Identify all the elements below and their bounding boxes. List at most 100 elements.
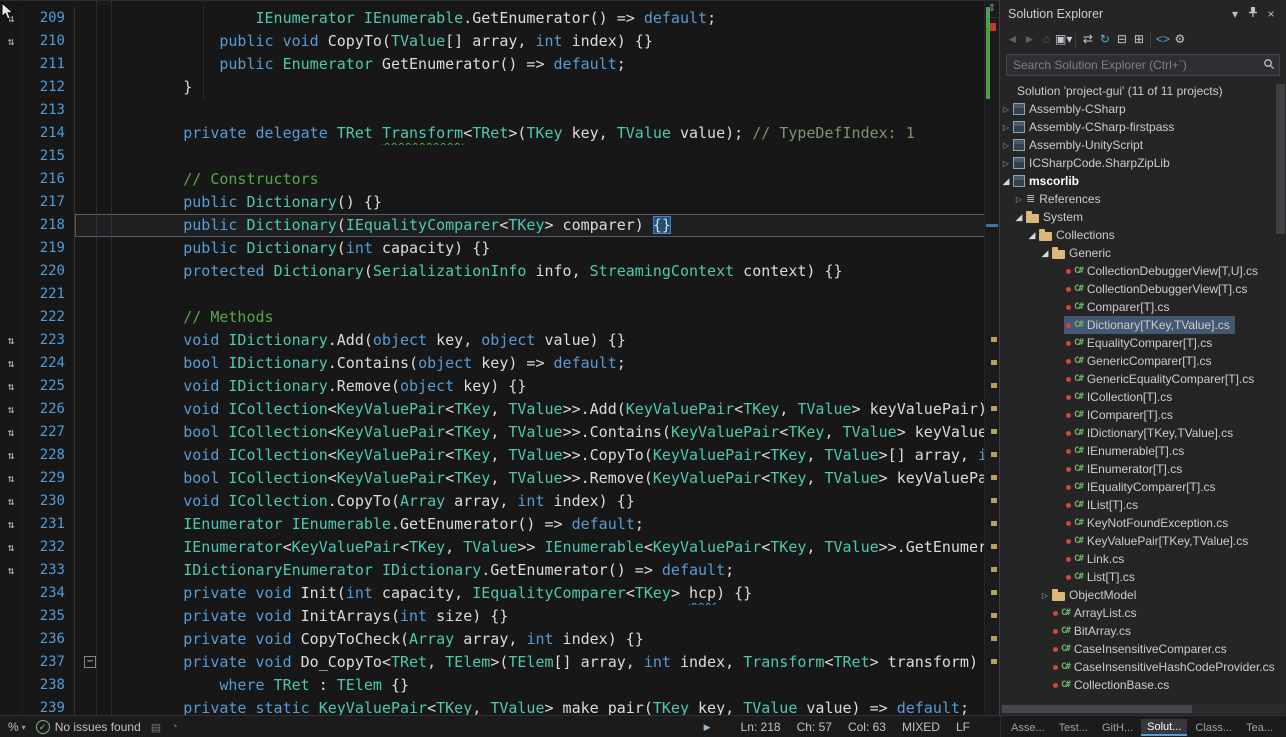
search-icon[interactable] bbox=[1259, 58, 1279, 73]
expand-arrow-icon[interactable]: ▷ bbox=[1013, 195, 1025, 204]
code-line[interactable]: ⇅232 IEnumerator<KeyValuePair<TKey, TVal… bbox=[0, 536, 985, 559]
code-line[interactable]: 220 protected Dictionary(SerializationIn… bbox=[0, 260, 985, 283]
tree-item[interactable]: C#Link.cs bbox=[1000, 550, 1286, 568]
tree-item[interactable]: ◢Collections bbox=[1000, 226, 1286, 244]
panel-tab-class[interactable]: Class... bbox=[1189, 720, 1238, 735]
expand-arrow-icon[interactable]: ▷ bbox=[1000, 141, 1012, 150]
tree-item[interactable]: C#List[T].cs bbox=[1000, 568, 1286, 586]
tree-item[interactable]: C#ArrayList.cs bbox=[1000, 604, 1286, 622]
switch-views-icon[interactable]: ▣▾ bbox=[1055, 30, 1072, 49]
code-line[interactable]: 211 public Enumerator GetEnumerator() =>… bbox=[0, 53, 985, 76]
forward-icon[interactable]: ► bbox=[1021, 30, 1038, 49]
collapse-arrow-icon[interactable]: ◢ bbox=[1039, 248, 1051, 259]
issues-indicator[interactable]: ✓ No issues found bbox=[36, 720, 141, 734]
panel-tab-asse[interactable]: Asse... bbox=[1005, 720, 1051, 735]
tree-item[interactable]: ▷ObjectModel bbox=[1000, 586, 1286, 604]
collapse-arrow-icon[interactable]: ◢ bbox=[1013, 212, 1025, 223]
implements-icon[interactable]: ⇅ bbox=[0, 30, 23, 53]
se-horizontal-scrollbar-thumb[interactable] bbox=[1002, 705, 1192, 713]
implements-icon[interactable]: ⇅ bbox=[0, 467, 23, 490]
expand-arrow-icon[interactable]: ▷ bbox=[1000, 105, 1012, 114]
implements-icon[interactable]: ⇅ bbox=[0, 421, 23, 444]
tree-item[interactable]: C#KeyValuePair[TKey,TValue].cs bbox=[1000, 532, 1286, 550]
tree-item[interactable]: ▷Assembly-CSharp bbox=[1000, 100, 1286, 118]
code-line[interactable]: 219 public Dictionary(int capacity) {} bbox=[0, 237, 985, 260]
show-all-files-icon[interactable]: ⊞ bbox=[1130, 30, 1147, 49]
implements-icon[interactable]: ⇅ bbox=[0, 352, 23, 375]
tree-item[interactable]: C#Comparer[T].cs bbox=[1000, 298, 1286, 316]
code-line[interactable]: 212 } bbox=[0, 76, 985, 99]
tree-item[interactable]: Solution 'project-gui' (11 of 11 project… bbox=[1000, 82, 1286, 100]
tree-item[interactable]: C#CaseInsensitiveComparer.cs bbox=[1000, 640, 1286, 658]
close-icon[interactable]: × bbox=[1262, 7, 1280, 21]
tree-item[interactable]: C#GenericEqualityComparer[T].cs bbox=[1000, 370, 1286, 388]
tree-item[interactable]: C#CollectionBase.cs bbox=[1000, 676, 1286, 694]
implements-icon[interactable]: ⇅ bbox=[0, 329, 23, 352]
collapse-arrow-icon[interactable]: ◢ bbox=[1026, 230, 1038, 241]
code-line[interactable]: ⇅229 bool ICollection<KeyValuePair<TKey,… bbox=[0, 467, 985, 490]
tree-item[interactable]: C#EqualityComparer[T].cs bbox=[1000, 334, 1286, 352]
code-line[interactable]: ⇅226 void ICollection<KeyValuePair<TKey,… bbox=[0, 398, 985, 421]
implements-icon[interactable]: ⇅ bbox=[0, 490, 23, 513]
tree-item[interactable]: ◢Generic bbox=[1000, 244, 1286, 262]
implements-icon[interactable]: ⇅ bbox=[0, 398, 23, 421]
code-line[interactable]: 222 // Methods bbox=[0, 306, 985, 329]
implements-icon[interactable]: ⇅ bbox=[0, 559, 23, 582]
tree-item[interactable]: C#IEqualityComparer[T].cs bbox=[1000, 478, 1286, 496]
collapse-arrow-icon[interactable]: ◢ bbox=[1000, 176, 1012, 187]
notifications-icon[interactable]: ◔ bbox=[171, 721, 178, 733]
tree-item[interactable]: C#CaseInsensitiveHashCodeProvider.cs bbox=[1000, 658, 1286, 676]
search-input[interactable] bbox=[1007, 58, 1259, 72]
chevron-down-icon[interactable]: ▾ bbox=[1226, 7, 1244, 21]
editor-scrollbar[interactable]: ⇕ bbox=[984, 1, 999, 715]
code-line[interactable]: ⇅233 IDictionaryEnumerator IDictionary.G… bbox=[0, 559, 985, 582]
expand-arrow-icon[interactable]: ▷ bbox=[1000, 159, 1012, 168]
expand-arrow-icon[interactable]: ▷ bbox=[1000, 123, 1012, 132]
code-line[interactable]: ⇅210 public void CopyTo(TValue[] array, … bbox=[0, 30, 985, 53]
code-line[interactable]: 238 where TRet : TElem {} bbox=[0, 674, 985, 697]
code-line[interactable]: ⇅230 void ICollection.CopyTo(Array array… bbox=[0, 490, 985, 513]
tree-item[interactable]: C#IDictionary[TKey,TValue].cs bbox=[1000, 424, 1286, 442]
code-line[interactable]: ⇅225 void IDictionary.Remove(object key)… bbox=[0, 375, 985, 398]
implements-icon[interactable]: ⇅ bbox=[0, 375, 23, 398]
tree-item[interactable]: C#GenericComparer[T].cs bbox=[1000, 352, 1286, 370]
code-line[interactable]: 237− private void Do_CopyTo<TRet, TElem>… bbox=[0, 651, 985, 674]
hscroll-right-arrow-icon[interactable]: ▶ bbox=[704, 722, 711, 733]
code-line[interactable]: 239 private static KeyValuePair<TKey, TV… bbox=[0, 697, 985, 715]
code-line[interactable]: 213 bbox=[0, 99, 985, 122]
expand-arrow-icon[interactable]: ▷ bbox=[1039, 591, 1051, 600]
implements-icon[interactable]: ⇅ bbox=[0, 444, 23, 467]
code-line[interactable]: 216 // Constructors bbox=[0, 168, 985, 191]
fold-marker[interactable]: − bbox=[84, 656, 96, 668]
code-line[interactable]: 214 private delegate TRet Transform<TRet… bbox=[0, 122, 985, 145]
solution-explorer-titlebar[interactable]: Solution Explorer ▾ × bbox=[1000, 0, 1286, 27]
code-analysis-icon[interactable]: ▤ bbox=[151, 721, 161, 734]
code-line[interactable]: ⇅227 bool ICollection<KeyValuePair<TKey,… bbox=[0, 421, 985, 444]
implements-icon[interactable]: ⇅ bbox=[0, 536, 23, 559]
tree-item[interactable]: C#KeyNotFoundException.cs bbox=[1000, 514, 1286, 532]
code-line[interactable]: 217 public Dictionary() {} bbox=[0, 191, 985, 214]
code-line[interactable]: 221 bbox=[0, 283, 985, 306]
collapse-all-icon[interactable]: ⊟ bbox=[1113, 30, 1130, 49]
panel-tab-solut[interactable]: Solut... bbox=[1141, 719, 1187, 736]
tree-item[interactable]: C#ICollection[T].cs bbox=[1000, 388, 1286, 406]
tree-item[interactable]: ▷Assembly-CSharp-firstpass bbox=[1000, 118, 1286, 136]
properties-icon[interactable]: ⚙ bbox=[1171, 30, 1188, 49]
code-line[interactable]: 236 private void CopyToCheck(Array array… bbox=[0, 628, 985, 651]
view-code-icon[interactable]: <> bbox=[1154, 30, 1171, 49]
code-line[interactable]: ⇅228 void ICollection<KeyValuePair<TKey,… bbox=[0, 444, 985, 467]
tree-item[interactable]: C#CollectionDebuggerView[T].cs bbox=[1000, 280, 1286, 298]
code-line[interactable]: 235 private void InitArrays(int size) {} bbox=[0, 605, 985, 628]
tree-item[interactable]: C#IComparer[T].cs bbox=[1000, 406, 1286, 424]
tree-item[interactable]: ▷ICSharpCode.SharpZipLib bbox=[1000, 154, 1286, 172]
editor[interactable]: ⇅209 IEnumerator IEnumerable.GetEnumerat… bbox=[0, 0, 999, 715]
code-line[interactable]: ⇅223 void IDictionary.Add(object key, ob… bbox=[0, 329, 985, 352]
refresh-icon[interactable]: ↻ bbox=[1096, 30, 1113, 49]
pin-icon[interactable] bbox=[1244, 6, 1262, 21]
tree-item[interactable]: ▷≣References bbox=[1000, 190, 1286, 208]
sync-with-active-document-icon[interactable]: ⇄ bbox=[1079, 30, 1096, 49]
tree-item[interactable]: ▷Assembly-UnityScript bbox=[1000, 136, 1286, 154]
code-line[interactable]: 218 public Dictionary(IEqualityComparer<… bbox=[0, 214, 985, 237]
code-line[interactable]: ⇅209 IEnumerator IEnumerable.GetEnumerat… bbox=[0, 7, 985, 30]
tree-item[interactable]: ◢System bbox=[1000, 208, 1286, 226]
